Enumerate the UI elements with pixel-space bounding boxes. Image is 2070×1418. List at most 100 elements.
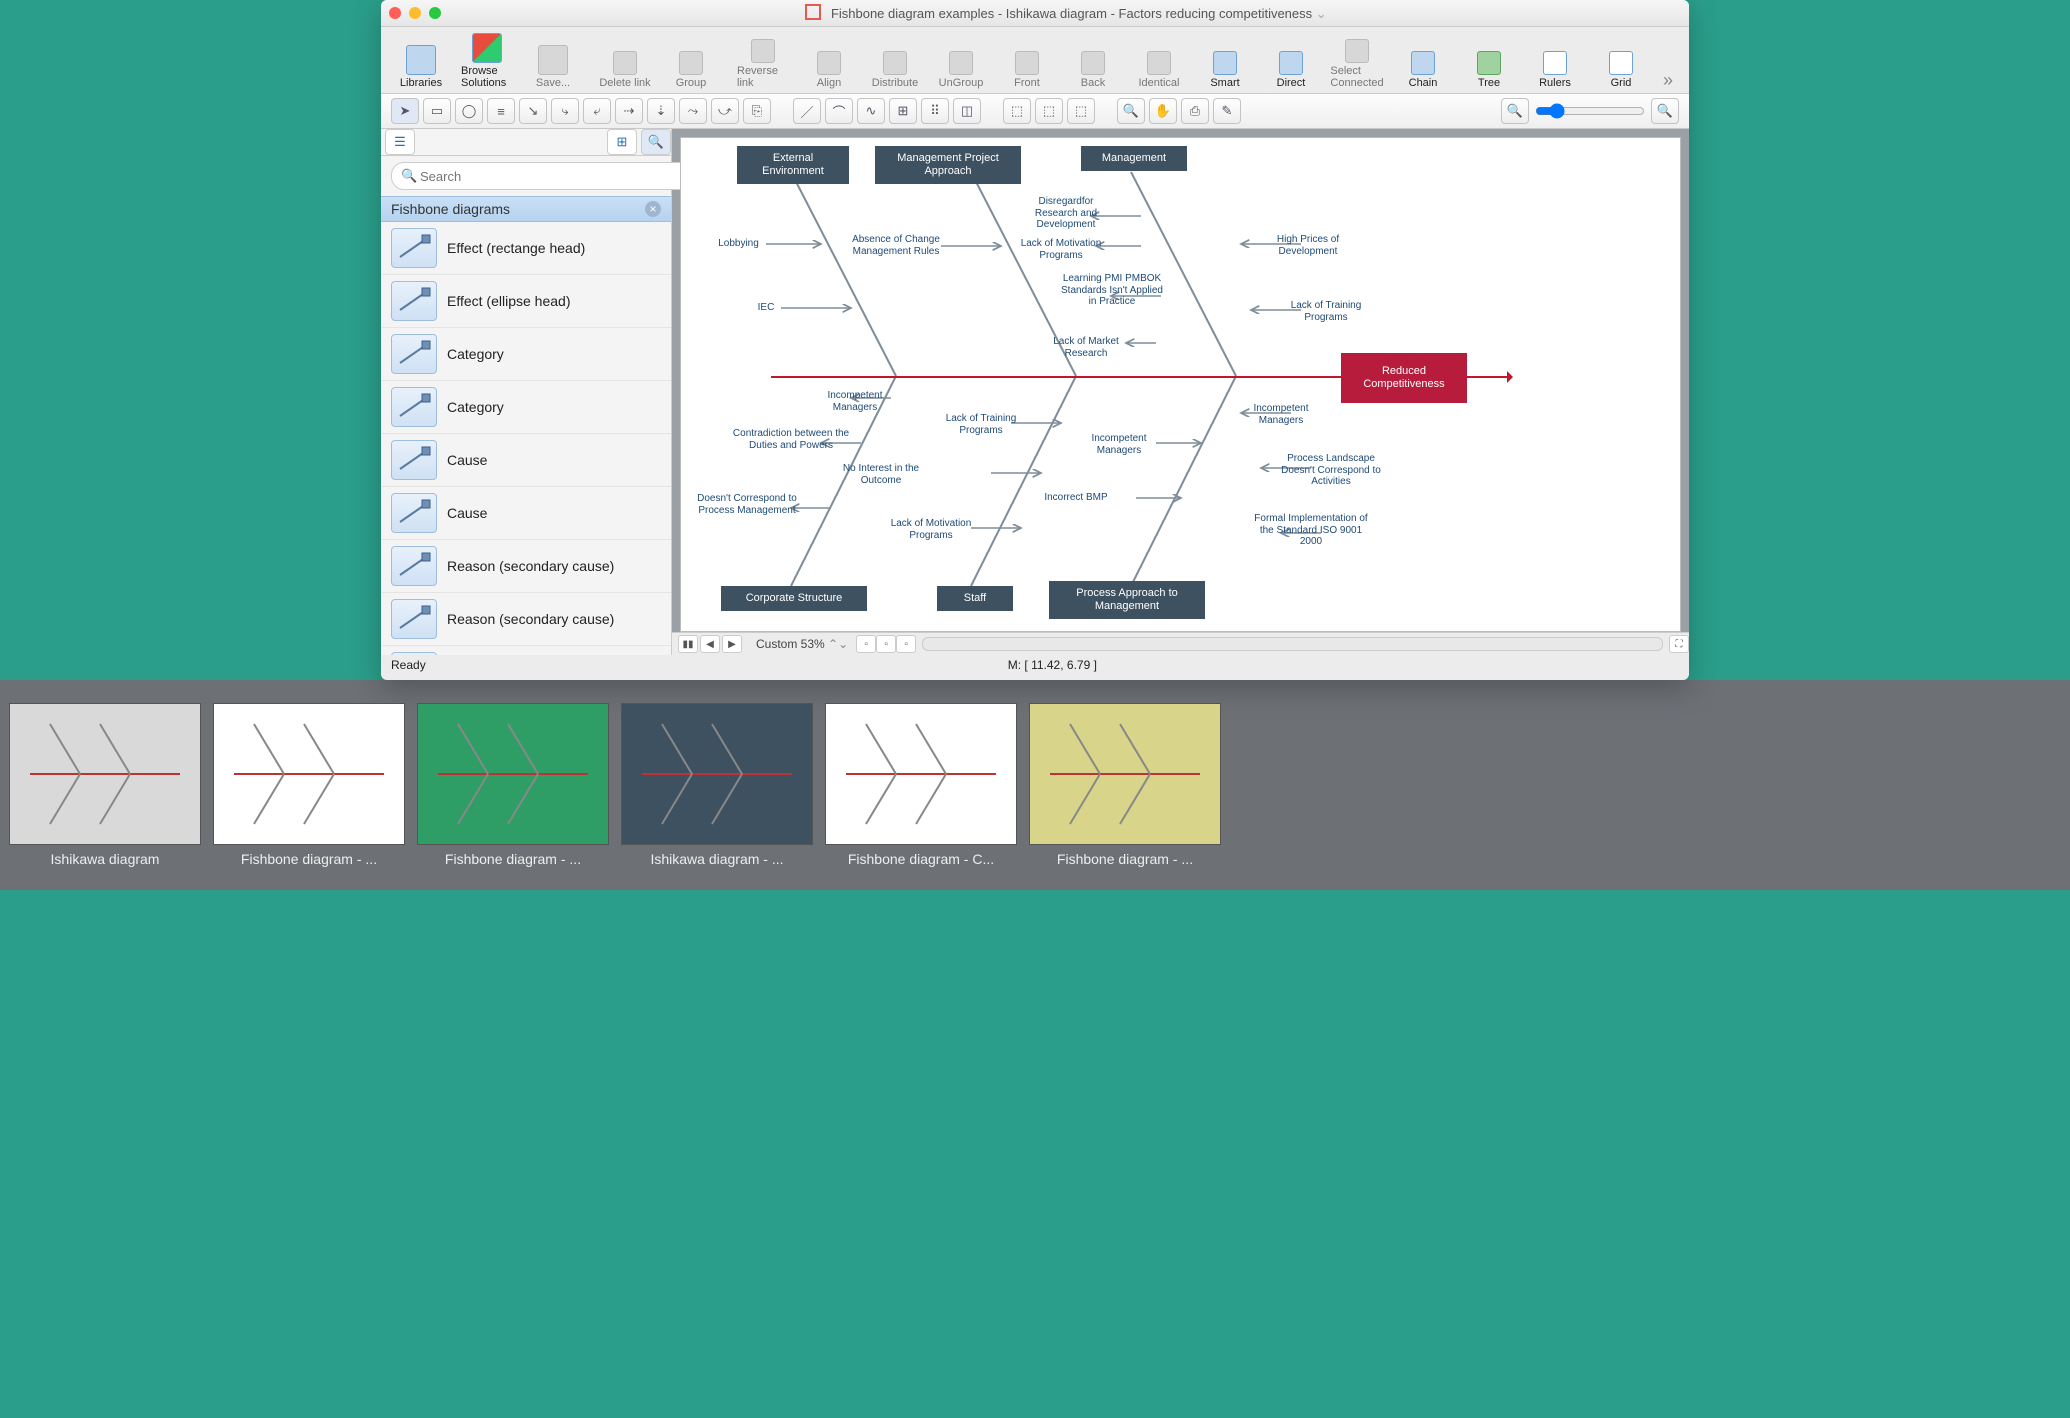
zoom-slider[interactable]: [1535, 103, 1645, 119]
identical-button[interactable]: Identical: [1129, 49, 1189, 91]
cause-label[interactable]: IEC: [751, 302, 781, 314]
horizontal-scrollbar[interactable]: [922, 637, 1663, 651]
eyedropper-tool[interactable]: ✎: [1213, 98, 1241, 124]
pause-button[interactable]: ▮▮: [678, 635, 698, 653]
minimize-icon[interactable]: [409, 7, 421, 19]
gallery-item[interactable]: Fishbone diagram - ...: [214, 703, 404, 867]
connector-tool-4[interactable]: ⇢: [615, 98, 643, 124]
close-category-icon[interactable]: ×: [645, 201, 661, 217]
grid-tool[interactable]: ⊞: [889, 98, 917, 124]
library-category-header[interactable]: Fishbone diagrams ×: [381, 196, 671, 222]
fit-button[interactable]: ⛶: [1669, 635, 1689, 653]
cause-label[interactable]: Incompetent Managers: [1079, 433, 1159, 456]
distribute-button[interactable]: Distribute: [865, 49, 925, 91]
cause-label[interactable]: Formal Implementation of the Standard IS…: [1251, 513, 1371, 548]
cause-label[interactable]: Incompetent Managers: [815, 390, 895, 413]
connector-tool-1[interactable]: ↘: [519, 98, 547, 124]
reverse-link-button[interactable]: Reverse link: [733, 37, 793, 91]
library-item[interactable]: Effect (ellipse head): [381, 275, 671, 328]
cause-label[interactable]: No Interest in the Outcome: [831, 463, 931, 486]
crop-tool-3[interactable]: ⬚: [1067, 98, 1095, 124]
library-item[interactable]: Effect (rectange head): [381, 222, 671, 275]
rect-tool[interactable]: ▭: [423, 98, 451, 124]
cause-label[interactable]: Lack of Motivation Programs: [876, 518, 986, 541]
cause-label[interactable]: Doesn't Correspond to Process Management: [687, 493, 807, 516]
tree-button[interactable]: Tree: [1459, 49, 1519, 91]
cause-label[interactable]: Lobbying: [711, 238, 766, 250]
connector-tool-2[interactable]: ⤷: [551, 98, 579, 124]
cause-label[interactable]: Learning PMI PMBOK Standards Isn't Appli…: [1057, 273, 1167, 308]
polyline-tool[interactable]: ∿: [857, 98, 885, 124]
libraries-button[interactable]: Libraries: [391, 43, 451, 91]
zoom-icon[interactable]: [429, 7, 441, 19]
close-icon[interactable]: [389, 7, 401, 19]
cause-label[interactable]: Disregardfor Research and Development: [1021, 196, 1111, 231]
ellipse-tool[interactable]: ◯: [455, 98, 483, 124]
library-item[interactable]: Reason (secondary cause): [381, 646, 671, 655]
library-item[interactable]: Reason (secondary cause): [381, 540, 671, 593]
gallery-item[interactable]: Ishikawa diagram: [10, 703, 200, 867]
ungroup-button[interactable]: UnGroup: [931, 49, 991, 91]
library-item[interactable]: Category: [381, 328, 671, 381]
browse-solutions-button[interactable]: Browse Solutions: [457, 31, 517, 91]
gallery-item[interactable]: Fishbone diagram - ...: [418, 703, 608, 867]
save-button[interactable]: Save...: [523, 43, 583, 91]
delete-link-button[interactable]: Delete link: [595, 49, 655, 91]
category-box[interactable]: External Environment: [737, 146, 849, 184]
view-mode-3[interactable]: ▫: [896, 635, 916, 653]
effect-box[interactable]: Reduced Competitiveness: [1341, 353, 1467, 403]
library-item[interactable]: Reason (secondary cause): [381, 593, 671, 646]
library-item[interactable]: Cause: [381, 487, 671, 540]
cause-label[interactable]: Incorrect BMP: [1031, 492, 1121, 504]
zoom-dropdown[interactable]: Custom 53% ⌃⌄: [756, 637, 848, 651]
cause-label[interactable]: Lack of Market Research: [1041, 336, 1131, 359]
back-button[interactable]: Back: [1063, 49, 1123, 91]
cause-label[interactable]: Lack of Training Programs: [931, 413, 1031, 436]
sidebar-tab-tree[interactable]: ☰: [385, 129, 415, 155]
hand-tool[interactable]: ✋: [1149, 98, 1177, 124]
dots-tool[interactable]: ⠿: [921, 98, 949, 124]
line-tool[interactable]: ／: [793, 98, 821, 124]
prev-page-button[interactable]: ◀: [700, 635, 720, 653]
category-box[interactable]: Process Approach to Management: [1049, 581, 1205, 619]
view-mode-1[interactable]: ▫: [856, 635, 876, 653]
crop-tool-2[interactable]: ⬚: [1035, 98, 1063, 124]
library-item[interactable]: Cause: [381, 434, 671, 487]
cause-label[interactable]: Process Landscape Doesn't Correspond to …: [1271, 453, 1391, 488]
connector-tool-6[interactable]: ⤳: [679, 98, 707, 124]
gallery-item[interactable]: Fishbone diagram - ...: [1030, 703, 1220, 867]
connector-tool-5[interactable]: ⇣: [647, 98, 675, 124]
pointer-tool[interactable]: ➤: [391, 98, 419, 124]
connector-tool-3[interactable]: ⤶: [583, 98, 611, 124]
smart-button[interactable]: Smart: [1195, 49, 1255, 91]
next-page-button[interactable]: ▶: [722, 635, 742, 653]
crop-tool-1[interactable]: ⬚: [1003, 98, 1031, 124]
direct-button[interactable]: Direct: [1261, 49, 1321, 91]
cause-label[interactable]: Lack of Motivation Programs: [1011, 238, 1111, 261]
gallery-item[interactable]: Ishikawa diagram - ...: [622, 703, 812, 867]
arc-tool[interactable]: ⌒: [825, 98, 853, 124]
zoom-in-button[interactable]: 🔍: [1651, 98, 1679, 124]
cause-label[interactable]: Incompetent Managers: [1241, 403, 1321, 426]
sidebar-tab-search[interactable]: 🔍: [641, 129, 671, 155]
rulers-button[interactable]: Rulers: [1525, 49, 1585, 91]
category-box[interactable]: Corporate Structure: [721, 586, 867, 611]
search-input[interactable]: [391, 162, 703, 190]
grid-button[interactable]: Grid: [1591, 49, 1651, 91]
category-box[interactable]: Management Project Approach: [875, 146, 1021, 184]
view-mode-2[interactable]: ▫: [876, 635, 896, 653]
insert-tool[interactable]: ⎘: [743, 98, 771, 124]
cause-label[interactable]: Lack of Training Programs: [1281, 300, 1371, 323]
group-button[interactable]: Group: [661, 49, 721, 91]
stamp-tool[interactable]: ⎙: [1181, 98, 1209, 124]
cause-label[interactable]: Absence of Change Management Rules: [841, 234, 951, 257]
gallery-item[interactable]: Fishbone diagram - C...: [826, 703, 1016, 867]
cause-label[interactable]: Contradiction between the Duties and Pow…: [731, 428, 851, 451]
chain-button[interactable]: Chain: [1393, 49, 1453, 91]
zoom-out-button[interactable]: 🔍: [1501, 98, 1529, 124]
magnify-tool[interactable]: 🔍: [1117, 98, 1145, 124]
front-button[interactable]: Front: [997, 49, 1057, 91]
cause-label[interactable]: High Prices of Development: [1263, 234, 1353, 257]
text-tool[interactable]: ≡: [487, 98, 515, 124]
snap-tool[interactable]: ◫: [953, 98, 981, 124]
